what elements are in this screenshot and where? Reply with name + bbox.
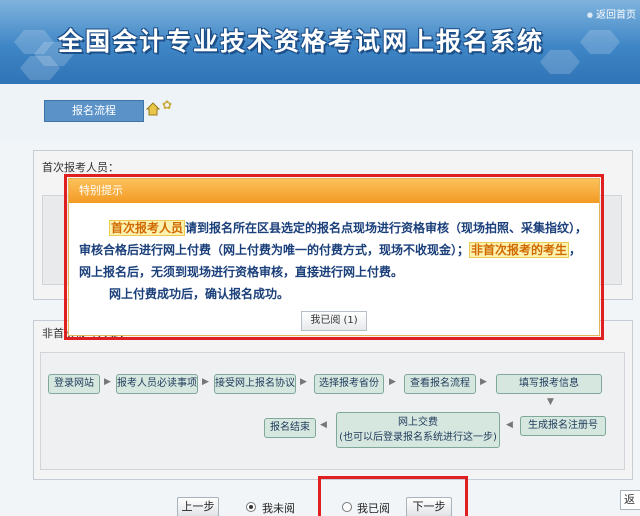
- non-first-time-flow-box: [40, 352, 625, 470]
- hex-decoration: [540, 50, 580, 74]
- online-payment-label: 网上交费: [398, 417, 438, 428]
- flow-step-end: 报名结束: [264, 418, 316, 438]
- first-time-section-title: 首次报考人员：: [42, 161, 119, 174]
- not-read-label: 我未阅: [262, 502, 295, 515]
- online-payment-note: (也可以后登录报名系统进行这一步): [339, 432, 497, 443]
- flow-step-online-payment: 网上交费 (也可以后登录报名系统进行这一步): [336, 412, 500, 448]
- arrow-left-icon: ◀: [320, 420, 327, 430]
- arrow-right-icon: ▶: [300, 377, 307, 387]
- arrow-right-icon: ▶: [480, 377, 487, 387]
- header-banner: 全国会计专业技术资格考试网上报名系统 返回首页: [0, 0, 640, 84]
- arrow-right-icon: ▶: [389, 377, 396, 387]
- next-step-button[interactable]: 下一步: [406, 497, 452, 516]
- dialog-paragraph-1: 首次报考人员 请到报名所在区县选定的报名点现场进行资格审核（现场拍照、采集指纹），…: [79, 217, 589, 283]
- flow-step-accept-agreement: 接受网上报名协议: [214, 374, 296, 394]
- arrow-down-icon: ▼: [547, 397, 554, 407]
- paragraph-2-text: 网上付费成功后，确认报名成功。: [109, 287, 290, 301]
- arrow-right-icon: ▶: [202, 377, 209, 387]
- home-icon[interactable]: [146, 102, 160, 116]
- flow-step-view-process: 查看报名流程: [404, 374, 476, 394]
- read-label: 我已阅: [357, 502, 390, 515]
- arrow-left-icon: ◀: [506, 420, 513, 430]
- dialog-paragraph-2: 网上付费成功后，确认报名成功。: [79, 283, 589, 305]
- breadcrumb-tab-registration-process[interactable]: 报名流程: [44, 100, 144, 122]
- return-button-partial[interactable]: 返: [620, 490, 640, 510]
- special-notice-dialog: 特别提示 首次报考人员 请到报名所在区县选定的报名点现场进行资格审核（现场拍照、采…: [68, 178, 600, 336]
- prev-step-button[interactable]: 上一步: [177, 497, 219, 516]
- star-icon: ✿: [162, 98, 173, 112]
- non-first-time-highlight: 非首次报考的考生: [469, 242, 570, 258]
- read-radio[interactable]: [342, 502, 352, 512]
- flow-step-read-notice: 报考人员必读事项: [116, 374, 198, 394]
- dialog-message: 首次报考人员 请到报名所在区县选定的报名点现场进行资格审核（现场拍照、采集指纹），…: [79, 217, 589, 305]
- dialog-title: 特别提示: [69, 179, 599, 203]
- return-home-link[interactable]: 返回首页: [587, 6, 636, 21]
- site-title: 全国会计专业技术资格考试网上报名系统: [58, 27, 545, 56]
- acknowledge-button[interactable]: 我已阅 (1): [301, 311, 367, 331]
- arrow-right-icon: ▶: [104, 377, 111, 387]
- flow-step-select-province: 选择报考省份: [314, 374, 384, 394]
- first-time-highlight: 首次报考人员: [109, 220, 186, 236]
- flow-step-login: 登录网站: [48, 374, 100, 394]
- flow-step-generate-number: 生成报名注册号: [520, 416, 606, 436]
- not-read-radio[interactable]: [246, 502, 256, 512]
- flow-step-fill-info: 填写报考信息: [496, 374, 602, 394]
- hex-decoration: [580, 30, 620, 54]
